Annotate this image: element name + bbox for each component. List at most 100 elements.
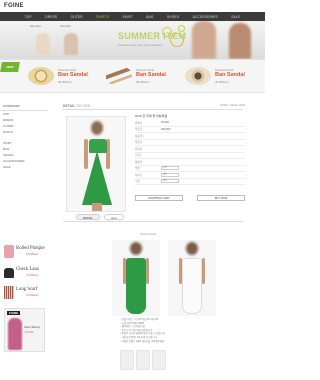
detail-heading: DETAIL REVIEW [63, 104, 90, 108]
nav-item-shoes[interactable]: SHOES [167, 15, 179, 19]
sidebar-item-sale[interactable]: SALE [0, 164, 48, 170]
nav-item-top[interactable]: TOP [25, 15, 32, 19]
product-card[interactable]: Peacock Sand Ban Sandal 35,000won [104, 64, 179, 90]
detail-photo-green [112, 240, 160, 316]
promo-model-image [8, 318, 22, 350]
info-label: 배송비 [135, 160, 143, 164]
breadcrumb[interactable]: HOME > DETAIL VIEW [220, 104, 245, 107]
banner-model-thumb [36, 33, 50, 55]
banner-model-image [229, 23, 251, 59]
hat-image [185, 67, 211, 85]
side-product-name: Rolled Pinkpie [16, 246, 45, 251]
buy-now-button[interactable]: BUY NOW [197, 195, 245, 201]
product-info: 2010 한 미래 풀 미팅처럼 판매가 25,000 적립금 250,000 … [135, 114, 245, 185]
bag-image [4, 268, 14, 278]
model-head [186, 242, 198, 255]
info-label: 적립금 [135, 128, 143, 132]
product-description: - 모델 사이즈: 키 170 가슴 32 허리 25 - 소재: COTTON… [120, 318, 230, 343]
model-arm [146, 258, 149, 284]
main-nav: TOP DRESS OUTER SHIRTS SKIRT BAG SHOES A… [0, 12, 265, 21]
action-buttons: SHOPPING CART BUY NOW [135, 195, 245, 203]
bottom-thumbnails [120, 350, 166, 370]
info-value: 250,000 [161, 127, 171, 131]
info-label: 원산지 [135, 147, 143, 151]
model-head [91, 121, 103, 135]
category-header: CATEGORY [0, 102, 48, 111]
product-price: 35,000won [136, 80, 150, 84]
detail-tabs: DETAIL Q&A [76, 214, 128, 220]
new-badge: NEW [0, 62, 20, 72]
shopping-cart-button[interactable]: SHOPPING CART [135, 195, 183, 201]
product-card[interactable]: Peacock Sand Ban Sandal 35,000won [183, 64, 258, 90]
green-dress [126, 258, 146, 314]
divider [63, 109, 243, 110]
banner-model-image [192, 21, 216, 59]
nav-item-bag[interactable]: BAG [146, 15, 153, 19]
side-product-price: 70,000won [26, 274, 39, 277]
product-name: Ban Sandal [136, 72, 166, 78]
side-product[interactable]: Check Laux 70,000won [0, 264, 48, 281]
promo-price: \ 47,000 [24, 331, 34, 334]
promo-logo: FGINE [7, 311, 21, 315]
side-product-price: 70,000won [26, 253, 39, 256]
nav-item-accessories[interactable]: ACCESSORIES [193, 15, 218, 19]
color-select[interactable]: 선택 [161, 166, 179, 171]
tab-detail[interactable]: DETAIL [76, 214, 100, 220]
info-label: 사이즈 [135, 173, 143, 177]
nav-item-dress[interactable]: DRESS [45, 15, 57, 19]
model-head [130, 242, 142, 255]
product-price: 35,000won [215, 80, 229, 84]
divider [63, 221, 243, 222]
info-label: 수량 [135, 180, 140, 184]
quantity-select[interactable]: 선택 [161, 179, 179, 184]
info-label: 상품코드 [135, 134, 145, 138]
site-logo[interactable]: FGINE [4, 3, 24, 9]
info-row: 수량 선택 [135, 179, 245, 185]
product-name: Ban Sandal [215, 72, 245, 78]
thumbnail[interactable] [152, 350, 166, 370]
scarf-image [4, 286, 14, 299]
tab-qna[interactable]: Q&A [103, 214, 124, 220]
info-label: 제조사 [135, 141, 143, 145]
summer-banner[interactable]: New shirt New shirt SUMMER ITEM Fashion … [0, 21, 265, 59]
detail-caption: Product Detail [140, 233, 157, 236]
size-select[interactable]: 선택 [161, 172, 179, 177]
top-bar: FGINE [0, 0, 265, 12]
detail-photo-white [168, 240, 216, 316]
nav-item-sale[interactable]: SALE [231, 15, 240, 19]
side-product[interactable]: Long Scarf 70,000won [0, 284, 48, 301]
jacket-image [4, 245, 14, 258]
banner-model-thumb [64, 33, 78, 55]
dress-skirt [82, 151, 112, 205]
promo-box[interactable]: FGINE Color Skinny \ 47,000 [4, 308, 45, 352]
side-product-name: Long Scarf [16, 287, 38, 292]
side-product-name: Check Laux [16, 267, 40, 272]
model-legs [92, 203, 102, 211]
sandal-image [106, 67, 132, 85]
nav-item-outer[interactable]: OUTER [71, 15, 83, 19]
thumbnail[interactable] [136, 350, 150, 370]
banner-label: New shirt [60, 25, 71, 28]
nav-item-skirt[interactable]: SKIRT [122, 15, 132, 19]
side-product-price: 70,000won [26, 294, 39, 297]
product-main-image[interactable] [66, 116, 126, 212]
nav-item-shirts[interactable]: SHIRTS [96, 15, 109, 19]
detail-heading-sub: REVIEW [76, 104, 91, 108]
detail-heading-main: DETAIL [63, 104, 76, 108]
product-title: 2010 한 미래 풀 미팅처럼 [135, 114, 168, 118]
info-value: 25,000 [161, 121, 169, 125]
info-label: 판매가 [135, 121, 143, 125]
product-name: Ban Sandal [58, 72, 88, 78]
thumbnail[interactable] [120, 350, 134, 370]
model-arm [202, 258, 205, 284]
banner-subtitle: Fashion trend new style collection [118, 43, 164, 47]
info-label: 브랜드 [135, 154, 143, 158]
banner-title: SUMMER ITEM [118, 31, 187, 41]
featured-products: NEW Peacock Sand Ban Sandal 35,000won Pe… [0, 59, 265, 93]
description-line: - 자세한 문의는 Q&A 게시판을 이용해주세요 [120, 339, 165, 343]
info-label: 색상 [135, 167, 140, 171]
product-card[interactable]: Peacock Sand Ban Sandal 35,000won [26, 64, 101, 90]
banner-label: New shirt [30, 25, 41, 28]
white-dress [182, 258, 202, 314]
side-product[interactable]: Rolled Pinkpie 70,000won [0, 243, 48, 260]
